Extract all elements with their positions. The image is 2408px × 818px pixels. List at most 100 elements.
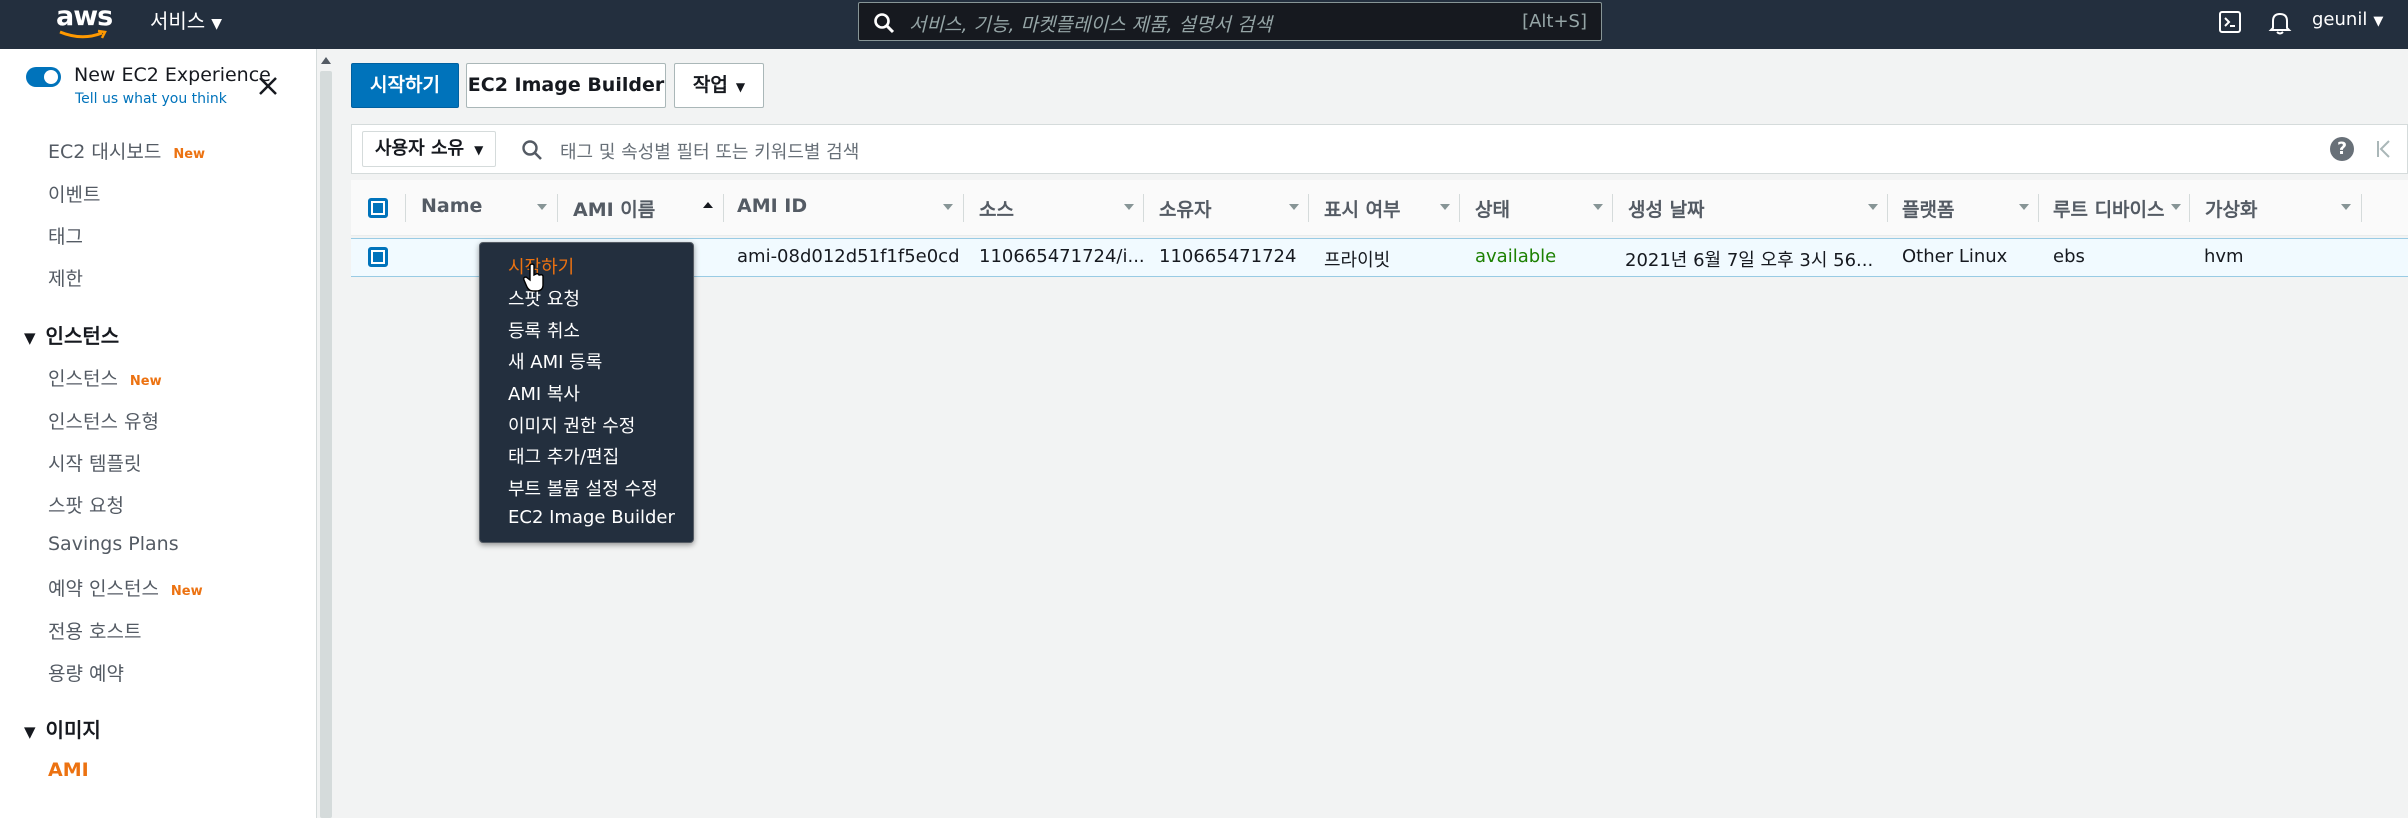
cell-ami-id: ami-08d012d51f1f5e0cd <box>737 246 960 267</box>
owner-filter-dropdown[interactable]: 사용자 소유 ▼ <box>362 131 497 167</box>
menu-item-ec2-image-builder[interactable]: EC2 Image Builder <box>508 507 675 528</box>
services-menu-button[interactable]: 서비스 ▼ <box>150 8 222 37</box>
close-icon[interactable] <box>258 76 278 96</box>
ec2-image-builder-button[interactable]: EC2 Image Builder <box>466 63 666 108</box>
actions-context-menu: 시작하기 스팟 요청 등록 취소 새 AMI 등록 AMI 복사 이미지 권한 … <box>479 242 694 543</box>
sort-icon[interactable] <box>537 204 547 210</box>
top-navigation-bar: aws 서비스 ▼ 서비스, 기능, 마켓플레이스 제품, 설명서 검색 [Alt… <box>0 0 2408 49</box>
sidebar-item-ec2-dashboard[interactable]: EC2 대시보드 New <box>48 137 205 164</box>
feedback-link[interactable]: Tell us what you think <box>75 91 227 107</box>
column-header-name[interactable]: Name <box>421 195 482 217</box>
collapse-triangle-icon: ▼ <box>24 723 36 741</box>
cell-root-device: ebs <box>2053 246 2085 267</box>
sort-icon[interactable] <box>1593 204 1603 210</box>
sidebar-item-tags[interactable]: 태그 <box>48 222 83 249</box>
sidebar-item-dedicated-hosts[interactable]: 전용 호스트 <box>48 617 141 644</box>
column-divider <box>2361 194 2362 222</box>
column-header-source[interactable]: 소스 <box>979 195 1014 222</box>
sidebar-scrollbar[interactable] <box>316 49 334 818</box>
sort-ascending-icon[interactable] <box>703 202 713 208</box>
sort-icon[interactable] <box>943 204 953 210</box>
sidebar-item-launch-templates[interactable]: 시작 템플릿 <box>48 449 141 476</box>
sidebar-item-instances[interactable]: 인스턴스 New <box>48 364 162 391</box>
help-icon[interactable]: ? <box>2330 137 2354 161</box>
column-header-virtualization[interactable]: 가상화 <box>2205 195 2257 222</box>
cell-source: 110665471724/i... <box>979 246 1145 267</box>
menu-item-deregister[interactable]: 등록 취소 <box>508 317 580 343</box>
column-divider <box>1612 194 1613 222</box>
caret-down-icon: ▼ <box>2373 14 2384 29</box>
column-header-status[interactable]: 상태 <box>1475 195 1510 222</box>
launch-button[interactable]: 시작하기 <box>351 63 459 108</box>
global-search-input[interactable]: 서비스, 기능, 마켓플레이스 제품, 설명서 검색 [Alt+S] <box>858 2 1602 41</box>
column-divider <box>2038 194 2039 222</box>
sidebar-item-capacity-reservations[interactable]: 용량 예약 <box>48 659 124 686</box>
column-header-visibility[interactable]: 표시 여부 <box>1324 195 1401 222</box>
scroll-up-arrow-icon[interactable] <box>321 57 331 64</box>
sidebar-item-ami[interactable]: AMI <box>48 759 89 781</box>
sidebar-item-reserved-instances[interactable]: 예약 인스턴스 New <box>48 574 203 601</box>
menu-item-add-edit-tags[interactable]: 태그 추가/편집 <box>508 443 619 469</box>
global-search-placeholder: 서비스, 기능, 마켓플레이스 제품, 설명서 검색 <box>909 14 1272 36</box>
column-header-platform[interactable]: 플랫폼 <box>1902 195 1954 222</box>
actions-label: 작업 <box>692 74 728 96</box>
sidebar-item-events[interactable]: 이벤트 <box>48 180 100 207</box>
sort-icon[interactable] <box>1124 204 1134 210</box>
section-label: 인스턴스 <box>45 324 120 348</box>
sidebar-section-instances[interactable]: ▼ 인스턴스 <box>24 320 119 349</box>
terminal-icon[interactable] <box>2218 10 2242 34</box>
sidebar-section-images[interactable]: ▼ 이미지 <box>24 714 101 743</box>
sidebar-item-label: 용량 예약 <box>48 663 124 685</box>
column-divider <box>2189 194 2190 222</box>
sidebar-item-savings-plans[interactable]: Savings Plans <box>48 533 179 555</box>
sidebar-item-label: 인스턴스 <box>48 368 118 390</box>
sidebar-item-limits[interactable]: 제한 <box>48 264 83 291</box>
sidebar-item-instance-types[interactable]: 인스턴스 유형 <box>48 407 159 434</box>
cell-visibility: 프라이빗 <box>1324 250 1391 271</box>
new-experience-toggle[interactable] <box>26 67 61 87</box>
sidebar-item-spot-requests[interactable]: 스팟 요청 <box>48 491 124 518</box>
column-header-owner[interactable]: 소유자 <box>1159 195 1211 222</box>
sidebar-item-label: 제한 <box>48 268 83 290</box>
sort-icon[interactable] <box>2341 204 2351 210</box>
sidebar-item-label: 이벤트 <box>48 184 101 206</box>
services-label: 서비스 <box>150 9 206 33</box>
column-header-created[interactable]: 생성 날짜 <box>1628 195 1705 222</box>
bell-icon[interactable] <box>2268 10 2292 36</box>
chevron-down-icon: ▼ <box>474 143 484 157</box>
column-divider <box>1459 194 1460 222</box>
menu-item-copy-ami[interactable]: AMI 복사 <box>508 380 580 406</box>
column-header-root-device[interactable]: 루트 디바이스 <box>2053 195 2165 222</box>
owner-filter-label: 사용자 소유 <box>375 138 465 159</box>
column-divider <box>557 194 558 222</box>
column-header-ami-id[interactable]: AMI ID <box>737 195 807 217</box>
menu-item-register-new-ami[interactable]: 새 AMI 등록 <box>508 348 602 374</box>
sort-icon[interactable] <box>2171 204 2181 210</box>
sort-icon[interactable] <box>1868 204 1878 210</box>
sidebar-item-label: Savings Plans <box>48 533 179 555</box>
filter-search-input[interactable]: 태그 및 속성별 필터 또는 키워드별 검색 <box>560 138 859 164</box>
user-account-menu[interactable]: geunil ▼ <box>2312 9 2383 30</box>
sort-icon[interactable] <box>1440 204 1450 210</box>
sort-icon[interactable] <box>2019 204 2029 210</box>
row-checkbox[interactable] <box>368 247 388 267</box>
sidebar-item-label: 태그 <box>48 226 83 248</box>
sidebar-item-label: 스팟 요청 <box>48 495 124 517</box>
column-header-ami-name[interactable]: AMI 이름 <box>573 195 655 222</box>
sidebar-item-label: EC2 대시보드 <box>48 141 162 163</box>
first-page-icon[interactable] <box>2375 138 2393 160</box>
cell-virtualization: hvm <box>2204 246 2244 267</box>
column-divider <box>1143 194 1144 222</box>
new-badge: New <box>129 374 162 389</box>
menu-item-modify-boot-volume[interactable]: 부트 볼륨 설정 수정 <box>508 475 658 501</box>
aws-logo[interactable]: aws <box>56 3 113 44</box>
actions-dropdown-button[interactable]: 작업 ▼ <box>674 63 764 108</box>
search-icon <box>522 140 542 160</box>
column-divider <box>1887 194 1888 222</box>
select-all-checkbox[interactable] <box>368 198 388 218</box>
cell-owner: 110665471724 <box>1159 246 1297 267</box>
sort-icon[interactable] <box>1289 204 1299 210</box>
cell-status: available <box>1475 246 1557 267</box>
menu-item-modify-image-permissions[interactable]: 이미지 권한 수정 <box>508 412 635 438</box>
scrollbar-thumb[interactable] <box>320 71 332 818</box>
